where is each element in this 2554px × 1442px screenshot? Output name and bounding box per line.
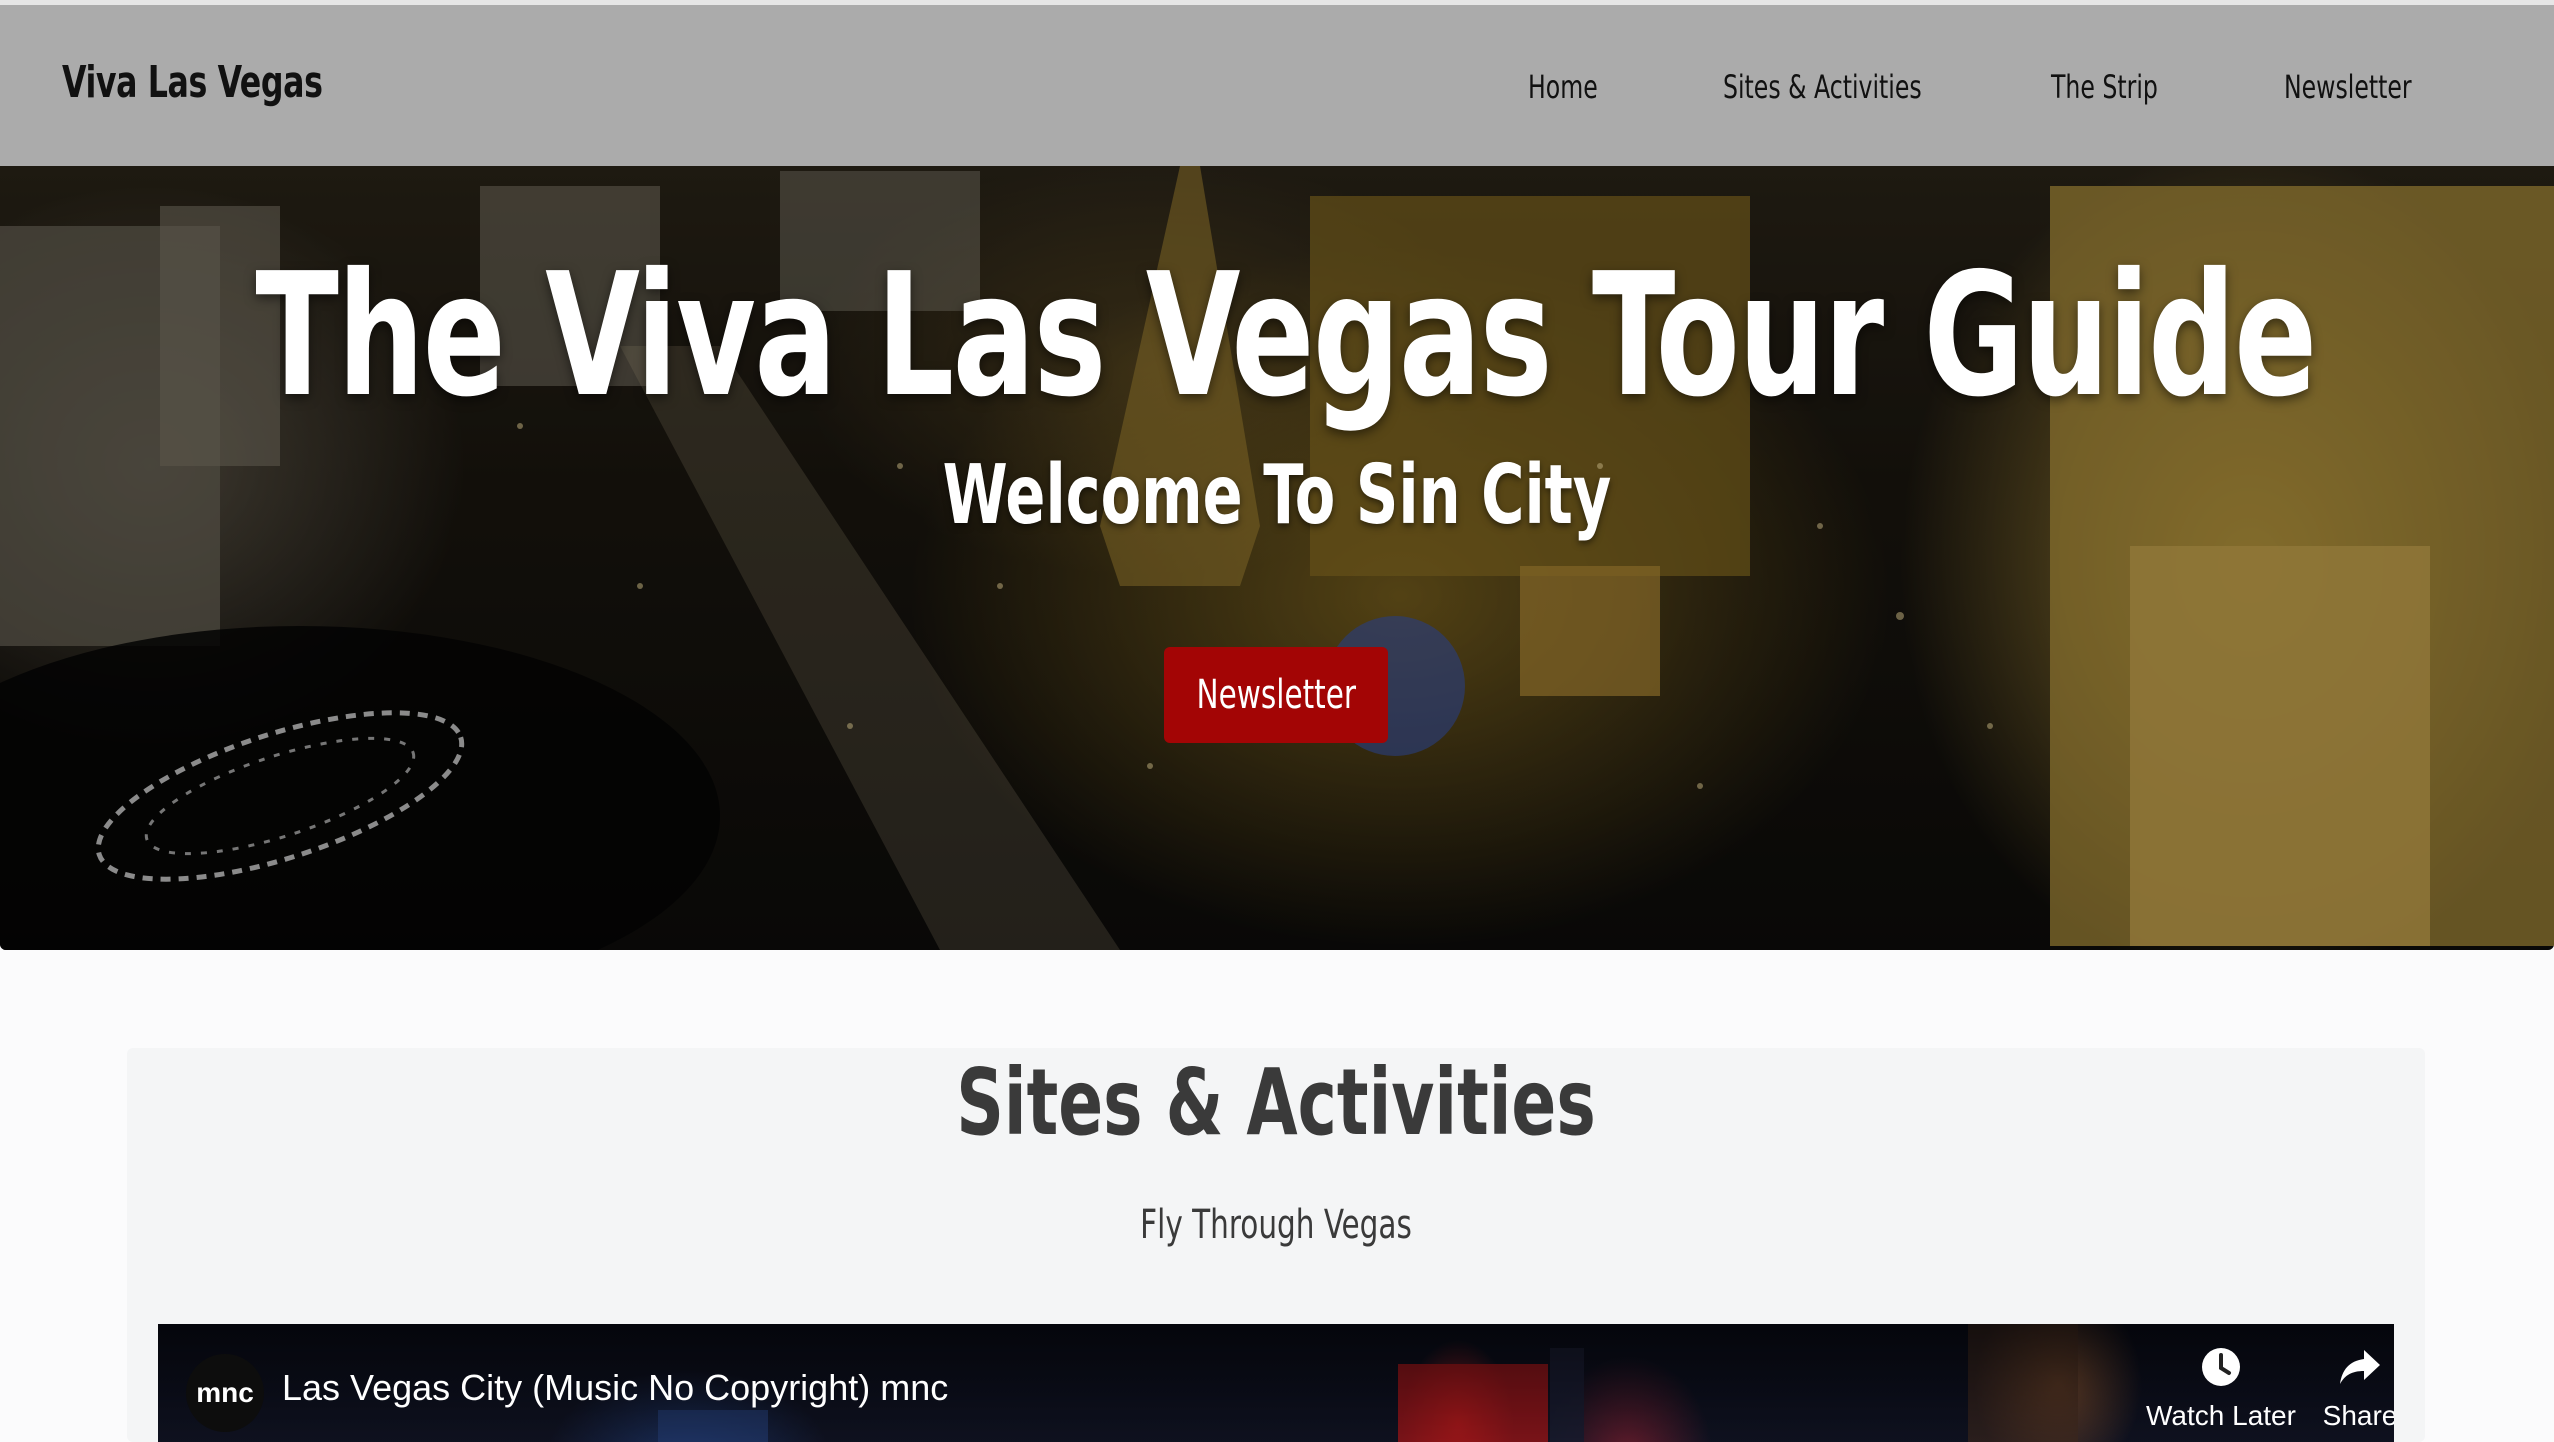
- embedded-video-player[interactable]: mnc Las Vegas City (Music No Copyright) …: [158, 1324, 2394, 1442]
- nav-link-home[interactable]: Home: [1528, 67, 1598, 107]
- video-caption: Fly Through Vegas: [1140, 1202, 1412, 1248]
- section-title: Sites & Activities: [956, 1049, 1596, 1156]
- navbar: Viva Las Vegas Home Sites & Activities T…: [0, 5, 2554, 166]
- watch-later-label: Watch Later: [2146, 1400, 2296, 1431]
- nav-link-newsletter[interactable]: Newsletter: [2284, 67, 2412, 107]
- hero-subtitle: Welcome To Sin City: [942, 448, 1612, 543]
- brand-logo-link[interactable]: Viva Las Vegas: [62, 53, 323, 113]
- clock-icon: [2202, 1348, 2240, 1386]
- channel-avatar[interactable]: mnc: [186, 1354, 264, 1432]
- newsletter-button[interactable]: Newsletter: [1164, 647, 1388, 743]
- share-button[interactable]: Share: [2300, 1346, 2394, 1432]
- nav-link-sites-activities[interactable]: Sites & Activities: [1723, 67, 1922, 107]
- share-label: Share: [2322, 1400, 2394, 1431]
- video-title-link[interactable]: Las Vegas City (Music No Copyright) mnc: [282, 1366, 948, 1410]
- hero-title: The Viva Las Vegas Tour Guide: [255, 237, 2317, 435]
- share-arrow-icon: [2340, 1350, 2380, 1384]
- watch-later-button[interactable]: Watch Later: [2136, 1346, 2306, 1432]
- hero-banner: The Viva Las Vegas Tour Guide Welcome To…: [0, 166, 2554, 950]
- newsletter-button-label: Newsletter: [1196, 672, 1356, 718]
- nav-link-the-strip[interactable]: The Strip: [2051, 67, 2158, 107]
- sites-activities-section: Sites & Activities Fly Through Vegas mnc…: [127, 1048, 2425, 1442]
